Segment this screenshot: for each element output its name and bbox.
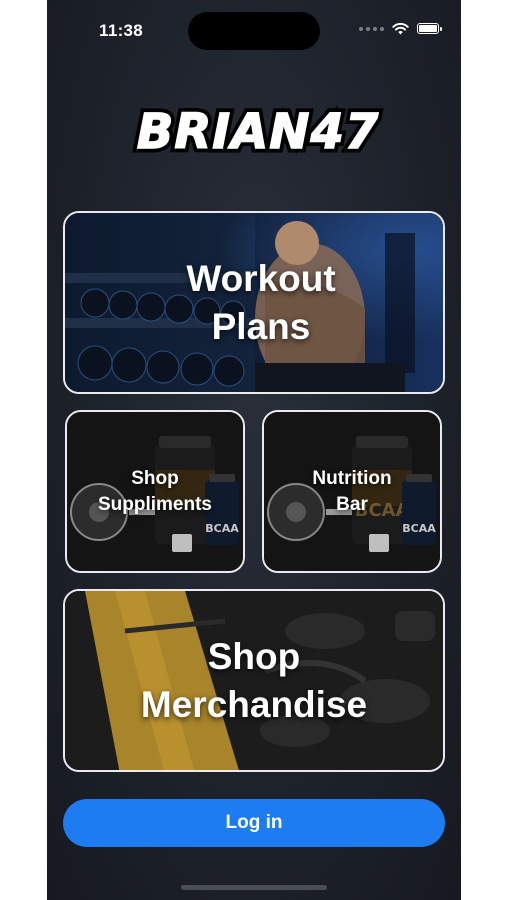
app-screen: 11:38 BRIAN47 BRIAN47 Workout Plans BCAA…: [47, 0, 461, 900]
workout-plans-card[interactable]: Workout Plans: [63, 211, 445, 394]
shop-merchandise-card[interactable]: Shop Merchandise: [63, 589, 445, 772]
shop-supplements-label: Shop Suppliments: [97, 467, 212, 515]
brand-logo-image: BRIAN47 BRIAN47: [132, 100, 383, 165]
brand-logo: BRIAN47 BRIAN47: [123, 95, 393, 165]
battery-icon: [417, 23, 442, 34]
status-bar: 11:38: [47, 0, 461, 62]
brand-logo-outline: BRIAN47: [137, 104, 380, 160]
home-indicator: [181, 885, 327, 890]
workout-plans-label: Workout Plans: [186, 257, 336, 347]
status-icons: [359, 22, 442, 35]
shop-supplements-card[interactable]: BCAA Shop Suppliments: [65, 410, 245, 573]
wifi-icon: [392, 22, 409, 35]
dynamic-island: [188, 12, 320, 50]
battery-level: [419, 25, 437, 32]
signal-dots-icon: [359, 26, 384, 31]
shop-merchandise-label: Shop Merchandise: [140, 635, 368, 725]
status-time: 11:38: [99, 21, 144, 40]
nutrition-bar-card[interactable]: BCAA BCAA Nutrition Bar: [262, 410, 442, 573]
nutrition-bar-label: Nutrition Bar: [312, 467, 392, 515]
login-button[interactable]: Log in: [63, 799, 445, 847]
